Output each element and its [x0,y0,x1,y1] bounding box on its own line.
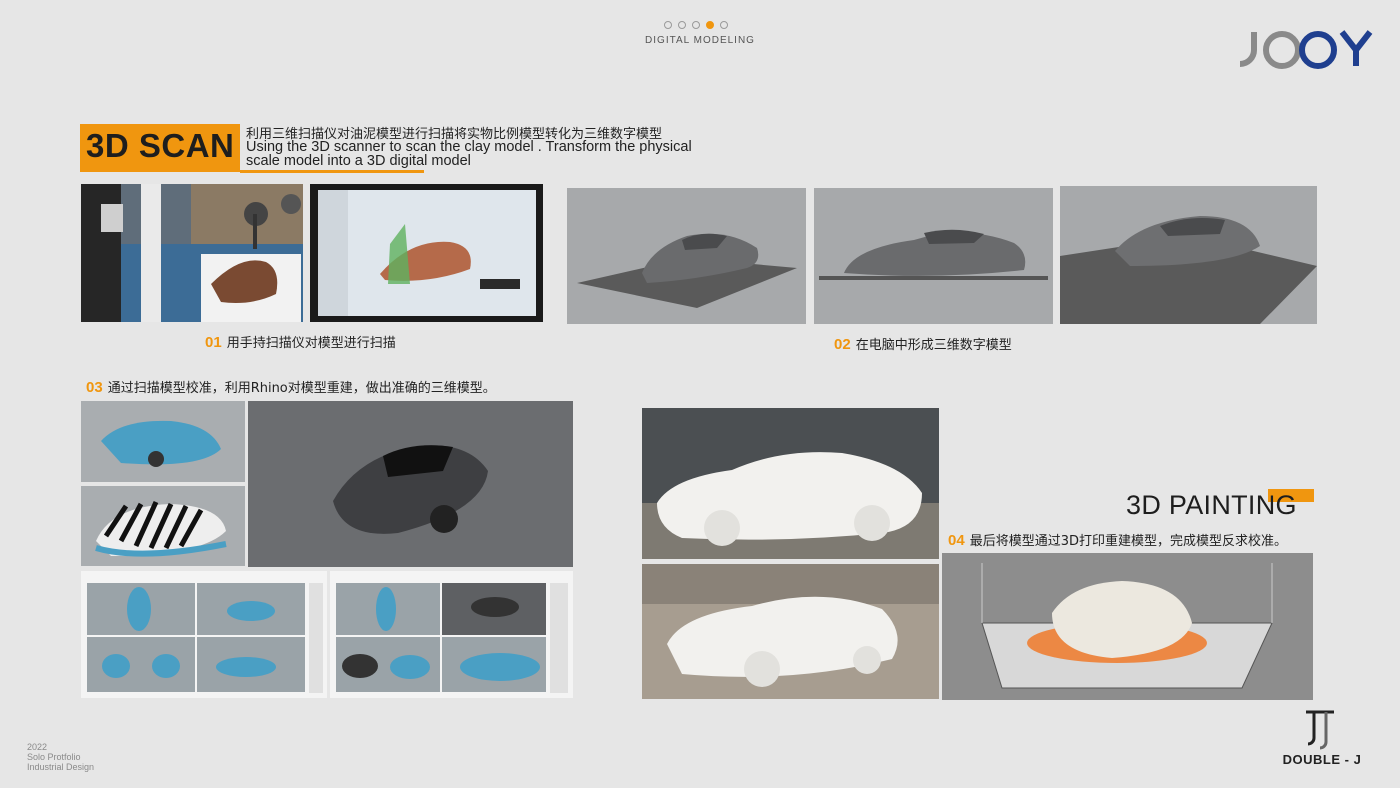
rhino-render-blue [81,401,245,482]
rhino-zebra-analysis [81,486,245,566]
scan-title: 3D SCAN [86,127,235,164]
step-text: 用手持扫描仪对模型进行扫描 [226,336,396,351]
rhino-render-gray [248,401,573,567]
step-number: 03 [86,379,103,396]
scan-result-image-1 [567,188,806,324]
scan-underline [240,170,424,173]
section-title: DIGITAL MODELING [645,35,755,46]
step-caption-02: 02 在电脑中形成三维数字模型 [834,334,1012,353]
scan-result-image-3 [1060,186,1317,324]
step-text: 在电脑中形成三维数字模型 [855,338,1012,353]
painting-title: 3D PAINTING [1126,490,1297,520]
scan-result-image-2 [814,188,1053,324]
rhino-viewports-2 [330,571,573,698]
progress-dots [664,21,736,31]
step-number: 04 [948,532,965,549]
printed-model-photo-1 [642,408,939,559]
rhino-viewports-1 [81,571,327,698]
scan-description-en: scale model into a 3D digital model [246,153,471,169]
brand-logo [1238,28,1374,70]
scanning-photo [81,184,303,322]
printed-model-photo-2 [642,564,939,699]
progress-dot [720,21,728,29]
double-j-logo [1300,708,1340,750]
footer-discipline: Industrial Design [27,762,95,772]
3d-print-render [942,553,1313,700]
step-number: 02 [834,336,851,353]
scanner-software-photo [310,184,543,322]
progress-dot [692,21,700,29]
footer-brand: DOUBLE - J [1282,752,1362,767]
step-caption-03: 03 通过扫描模型校准，利用Rhino对模型重建，做出准确的三维模型。 [86,377,496,396]
step-number: 01 [205,334,222,351]
step-text: 通过扫描模型校准，利用Rhino对模型重建，做出准确的三维模型。 [107,381,496,396]
step-caption-04: 04 最后将模型通过3D打印重建模型，完成模型反求校准。 [948,530,1287,549]
step-text: 最后将模型通过3D打印重建模型，完成模型反求校准。 [969,534,1287,549]
step-caption-01: 01 用手持扫描仪对模型进行扫描 [205,332,396,351]
progress-dot-current [706,21,714,29]
progress-dot [678,21,686,29]
progress-dot [664,21,672,29]
